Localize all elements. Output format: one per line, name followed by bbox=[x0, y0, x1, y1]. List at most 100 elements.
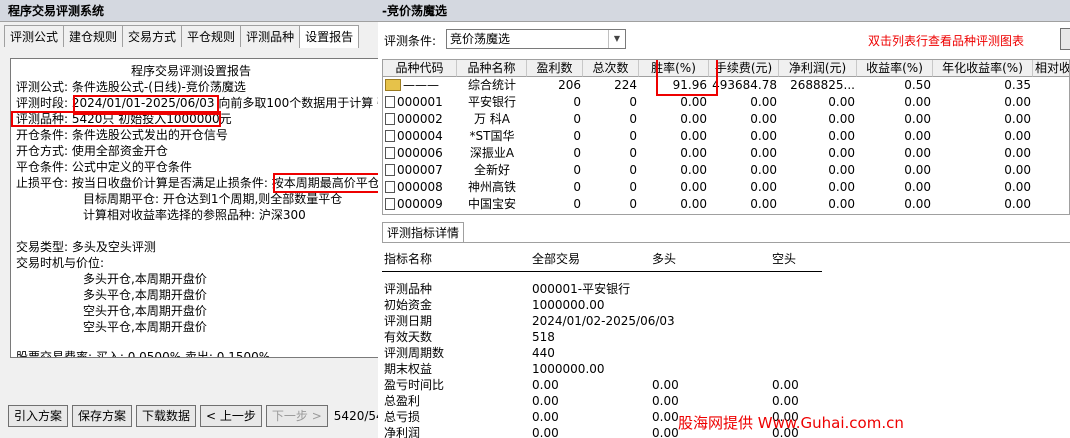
cell-text: 000002 bbox=[397, 112, 443, 126]
detail-cell: 0.00 bbox=[652, 426, 679, 438]
table-cell: 0.00 bbox=[933, 145, 1033, 162]
table-cell: 000007 bbox=[383, 162, 457, 179]
highlight-box bbox=[656, 60, 718, 96]
import-plan-button[interactable]: 引入方案 bbox=[8, 405, 69, 427]
detail-header-cell: 全部交易 bbox=[532, 252, 581, 266]
table-cell: 0.00 bbox=[639, 128, 709, 145]
cell-text: 综合统计 bbox=[467, 78, 516, 92]
detail-cell: 1000000.00 bbox=[532, 298, 605, 312]
report-line: 评测公式: 条件选股公式-(日线)-竞价荡魔选 bbox=[16, 80, 246, 94]
table-cell: 0.00 bbox=[857, 179, 933, 196]
table-cell: 0.00 bbox=[779, 111, 857, 128]
cell-text: 0 bbox=[629, 180, 637, 194]
detail-cell: 1000000.00 bbox=[532, 362, 605, 376]
table-cell: 0 bbox=[583, 128, 639, 145]
tab-close-rules[interactable]: 平仓规则 bbox=[181, 25, 242, 47]
column-header[interactable]: 品种名称 bbox=[457, 60, 527, 77]
table-cell: 000004 bbox=[383, 128, 457, 145]
column-header[interactable]: 盈利数 bbox=[527, 60, 583, 77]
column-header[interactable]: 手续费(元) bbox=[709, 60, 779, 77]
report-line: 多头平仓,本周期开盘价 bbox=[83, 288, 207, 302]
cell-text: 0.00 bbox=[750, 129, 777, 143]
cell-text: *ST国华 bbox=[469, 129, 515, 143]
chevron-down-icon[interactable]: ▼ bbox=[608, 30, 625, 48]
table-cell: 0.00 bbox=[639, 179, 709, 196]
evaluation-result-window: -竞价荡魔选 评测条件: 竞价荡魔选 ▼ 双击列表行查看品种评测图表 品种代码 … bbox=[378, 0, 1070, 438]
detail-cell: 440 bbox=[532, 346, 555, 360]
settings-tabs: 评测公式 建仓规则 交易方式 平仓规则 评测品种 设置报告 bbox=[4, 25, 360, 48]
cell-text: 0 bbox=[629, 146, 637, 160]
cell-text: 万 科A bbox=[473, 112, 511, 126]
cell-text: 0.00 bbox=[1004, 146, 1031, 160]
cell-text: 0 bbox=[629, 112, 637, 126]
tab-detail[interactable]: 评测指标详情 bbox=[382, 222, 465, 242]
cell-text: 0.00 bbox=[1004, 95, 1031, 109]
report-line: 开仓方式: 使用全部资金开仓 bbox=[16, 144, 168, 158]
tab-report[interactable]: 设置报告 bbox=[299, 25, 360, 48]
column-header[interactable]: 相对收 bbox=[1033, 60, 1069, 77]
corner-button[interactable] bbox=[1060, 28, 1070, 50]
tab-trade-mode[interactable]: 交易方式 bbox=[122, 25, 183, 47]
table-cell: 0 bbox=[527, 179, 583, 196]
next-step-button[interactable]: 下一步 > bbox=[265, 405, 328, 427]
cell-text: 0.00 bbox=[1004, 197, 1031, 211]
table-cell bbox=[1033, 145, 1069, 162]
tab-open-rules[interactable]: 建仓规则 bbox=[63, 25, 124, 47]
column-header[interactable]: 收益率(%) bbox=[857, 60, 933, 77]
column-header[interactable]: 总次数 bbox=[583, 60, 639, 77]
condition-select[interactable]: 竞价荡魔选 ▼ bbox=[446, 29, 626, 49]
prev-step-button[interactable]: < 上一步 bbox=[200, 405, 262, 427]
cell-text: 0 bbox=[629, 129, 637, 143]
table-cell: 深振业A bbox=[457, 145, 527, 162]
detail-cell: 盈亏时间比 bbox=[384, 378, 445, 392]
cell-text: 0.00 bbox=[828, 197, 855, 211]
report-title: 程序交易评测设置报告 bbox=[130, 64, 251, 78]
watermark-text: 股海网提供 Www.Guhai.com.cn bbox=[678, 414, 904, 432]
detail-cell: 总盈利 bbox=[384, 394, 421, 408]
table-cell: 0 bbox=[527, 162, 583, 179]
cell-text: 0.00 bbox=[828, 146, 855, 160]
table-cell: 0.00 bbox=[779, 196, 857, 213]
download-data-button[interactable]: 下载数据 bbox=[136, 405, 197, 427]
report-line: 开仓条件: 条件选股公式发出的开仓信号 bbox=[16, 128, 228, 142]
report-line: 计算相对收益率选择的参照品种: 沪深300 bbox=[83, 208, 306, 222]
cell-text: 0 bbox=[573, 112, 581, 126]
cell-text: 0.00 bbox=[750, 95, 777, 109]
tab-formula[interactable]: 评测公式 bbox=[4, 25, 65, 47]
column-header[interactable]: 年化收益率(%) bbox=[933, 60, 1033, 77]
detail-cell: 评测日期 bbox=[384, 314, 433, 328]
table-cell: 0 bbox=[527, 128, 583, 145]
table-cell: 中国宝安 bbox=[457, 196, 527, 213]
table-cell: 0 bbox=[527, 94, 583, 111]
document-icon bbox=[385, 181, 395, 193]
cell-text: 0.00 bbox=[904, 163, 931, 177]
cell-text: 深振业A bbox=[469, 146, 515, 160]
column-header[interactable]: 品种代码 bbox=[383, 60, 457, 77]
table-cell: 0.00 bbox=[857, 162, 933, 179]
save-plan-button[interactable]: 保存方案 bbox=[72, 405, 133, 427]
cell-text: 0.00 bbox=[680, 95, 707, 109]
condition-label: 评测条件: bbox=[384, 34, 437, 48]
report-line: 平仓条件: 公式中定义的平仓条件 bbox=[16, 160, 192, 174]
table-cell bbox=[1033, 128, 1069, 145]
cell-text: 0.00 bbox=[680, 163, 707, 177]
settings-report: 程序交易评测设置报告 评测公式: 条件选股公式-(日线)-竞价荡魔选 评测时段:… bbox=[10, 58, 380, 358]
wizard-buttons: 引入方案 保存方案 下载数据 < 上一步 下一步 > 5420/5420 bbox=[8, 405, 399, 427]
table-cell: 平安银行 bbox=[457, 94, 527, 111]
cell-text: 0.00 bbox=[750, 197, 777, 211]
tab-instruments[interactable]: 评测品种 bbox=[240, 25, 301, 47]
results-table[interactable]: 品种代码 品种名称 盈利数 总次数 胜率(%) 手续费(元) 净利润(元) 收益… bbox=[382, 59, 1070, 215]
highlight-box bbox=[11, 111, 221, 127]
cell-text: 0.00 bbox=[680, 129, 707, 143]
column-header[interactable]: 净利润(元) bbox=[779, 60, 857, 77]
table-cell: 0.00 bbox=[709, 145, 779, 162]
table-cell: 0.00 bbox=[639, 145, 709, 162]
detail-cell: 净利润 bbox=[384, 426, 421, 438]
tab-divider bbox=[382, 242, 1070, 243]
cell-text: 0.00 bbox=[680, 112, 707, 126]
table-cell: 0.00 bbox=[779, 128, 857, 145]
table-cell: 000001 bbox=[383, 94, 457, 111]
cell-text: 0.00 bbox=[1004, 180, 1031, 194]
cell-text: ——— bbox=[403, 78, 439, 92]
table-cell: 0.00 bbox=[857, 196, 933, 213]
